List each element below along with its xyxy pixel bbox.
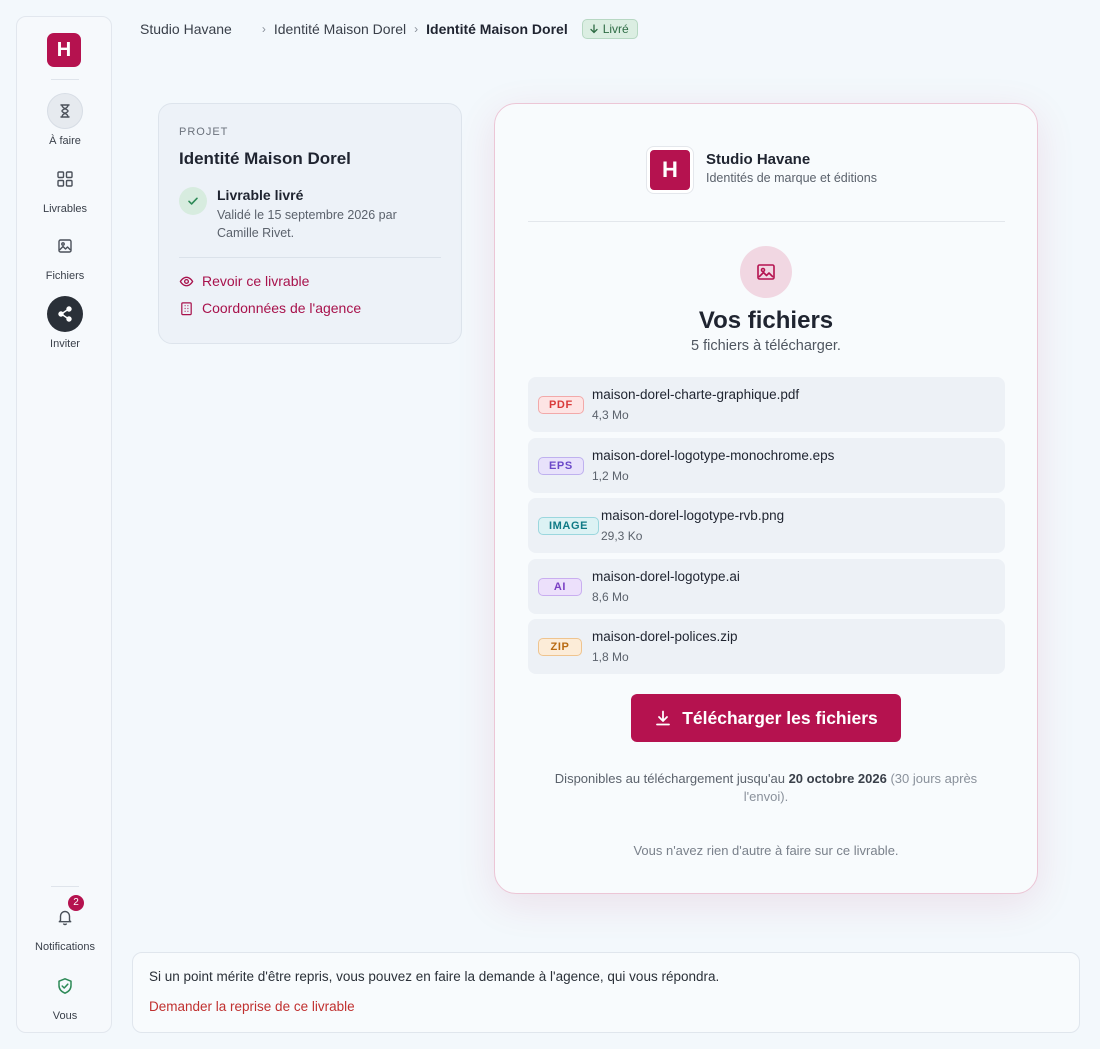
nothing-left-note: Vous n'avez rien d'autre à faire sur ce … [633,843,899,858]
file-type-badge: ZIP [538,638,582,656]
check-icon [179,187,207,215]
rework-banner: Si un point mérite d'être repris, vous p… [132,952,1080,1033]
agency-logo: H [647,147,693,193]
availability-date: 20 octobre 2026 [788,771,887,786]
share-icon [47,296,83,332]
file-type-badge: IMAGE [538,517,600,535]
sidebar-item-fichiers[interactable]: Fichiers [17,228,113,282]
sidebar-item-label: Notifications [35,941,95,953]
sidebar-divider [51,79,79,80]
file-size: 1,2 Mo [592,469,629,483]
sidebar-item-vous[interactable]: Vous [17,968,113,1022]
building-icon [181,301,192,315]
file-row[interactable]: ZIP maison-dorel-polices.zip 1,8 Mo [528,619,1005,674]
shield-check-icon [47,968,83,1004]
sidebar-item-label: Vous [52,1010,78,1022]
status-label: Livré [602,22,629,36]
files-divider [528,221,1005,222]
sidebar: H À faire Livrables Fichiers Inviter 2 N… [16,16,112,1033]
availability-note: Disponibles au téléchargement jusqu'au 2… [535,770,997,806]
project-divider [179,257,441,258]
project-eyebrow: PROJET [179,126,229,138]
file-size: 8,6 Mo [592,590,629,604]
agency-contact-link[interactable]: Coordonnées de l'agence [179,300,361,316]
availability-prefix: Disponibles au téléchargement jusqu'au [554,771,785,786]
grid-icon [47,161,83,197]
file-name: maison-dorel-logotype-rvb.png [601,508,785,523]
breadcrumb-item[interactable]: Studio Havane [140,21,232,37]
file-row[interactable]: EPS maison-dorel-logotype-monochrome.eps… [528,438,1005,493]
deliverable-status: Livrable livré [217,187,304,203]
validation-note: Validé le 15 septembre 2026 par Camille … [217,208,397,240]
project-title: Identité Maison Dorel [179,149,351,168]
file-size: 1,8 Mo [592,650,629,664]
breadcrumb-item[interactable]: Identité Maison Dorel [274,21,406,37]
request-rework-link[interactable]: Demander la reprise de ce livrable [149,999,355,1014]
notification-count-badge: 2 [68,895,84,911]
agency-tagline: Identités de marque et éditions [706,171,877,185]
project-card: PROJET Identité Maison Dorel Livrable li… [158,103,462,344]
app-logo[interactable]: H [47,33,81,67]
file-type-badge: AI [538,578,582,596]
file-size: 4,3 Mo [592,408,629,422]
file-row[interactable]: PDF maison-dorel-charte-graphique.pdf 4,… [528,377,1005,432]
file-type-badge: EPS [538,457,584,475]
file-type-badge: PDF [538,396,584,414]
file-row[interactable]: AI maison-dorel-logotype.ai 8,6 Mo [528,559,1005,614]
file-name: maison-dorel-logotype-monochrome.eps [592,448,835,463]
file-name: maison-dorel-logotype.ai [592,569,740,584]
sidebar-item-a-faire[interactable]: À faire [17,93,113,147]
arrow-down-icon [590,24,598,34]
image-icon [740,246,792,298]
hourglass-icon [47,93,83,129]
status-badge: Livré [581,19,638,39]
breadcrumb-separator: › [414,22,419,36]
image-icon [47,228,83,264]
sidebar-item-livrables[interactable]: Livrables [17,161,113,215]
file-size: 29,3 Ko [601,529,643,543]
sidebar-item-label: Livrables [42,203,88,215]
files-title: Vos fichiers [698,307,834,334]
review-deliverable-link[interactable]: Revoir ce livrable [179,273,309,289]
file-row[interactable]: IMAGE maison-dorel-logotype-rvb.png 29,3… [528,498,1005,553]
files-card: H Studio Havane Identités de marque et é… [494,103,1038,894]
sidebar-item-label: Fichiers [45,270,85,282]
sidebar-item-label: À faire [49,135,81,147]
file-name: maison-dorel-charte-graphique.pdf [592,387,800,402]
download-files-label: Télécharger les fichiers [682,707,878,728]
review-deliverable-label: Revoir ce livrable [202,273,310,289]
sidebar-item-label: Inviter [50,338,80,350]
sidebar-item-inviter[interactable]: Inviter [17,296,113,350]
download-icon [656,710,671,726]
sidebar-item-notifications[interactable]: 2 Notifications [17,895,113,953]
breadcrumb: Studio Havane › Identité Maison Dorel › … [140,18,638,40]
breadcrumb-current: Identité Maison Dorel [426,21,568,37]
file-name: maison-dorel-polices.zip [592,629,738,644]
files-count: 5 fichiers à télécharger. [691,338,841,354]
agency-name: Studio Havane [706,151,811,168]
rework-text: Si un point mérite d'être repris, vous p… [149,969,720,984]
agency-contact-label: Coordonnées de l'agence [202,300,362,316]
breadcrumb-separator: › [261,22,266,36]
eye-icon [179,276,194,286]
download-files-button[interactable]: Télécharger les fichiers [631,694,901,742]
sidebar-divider [51,886,79,887]
